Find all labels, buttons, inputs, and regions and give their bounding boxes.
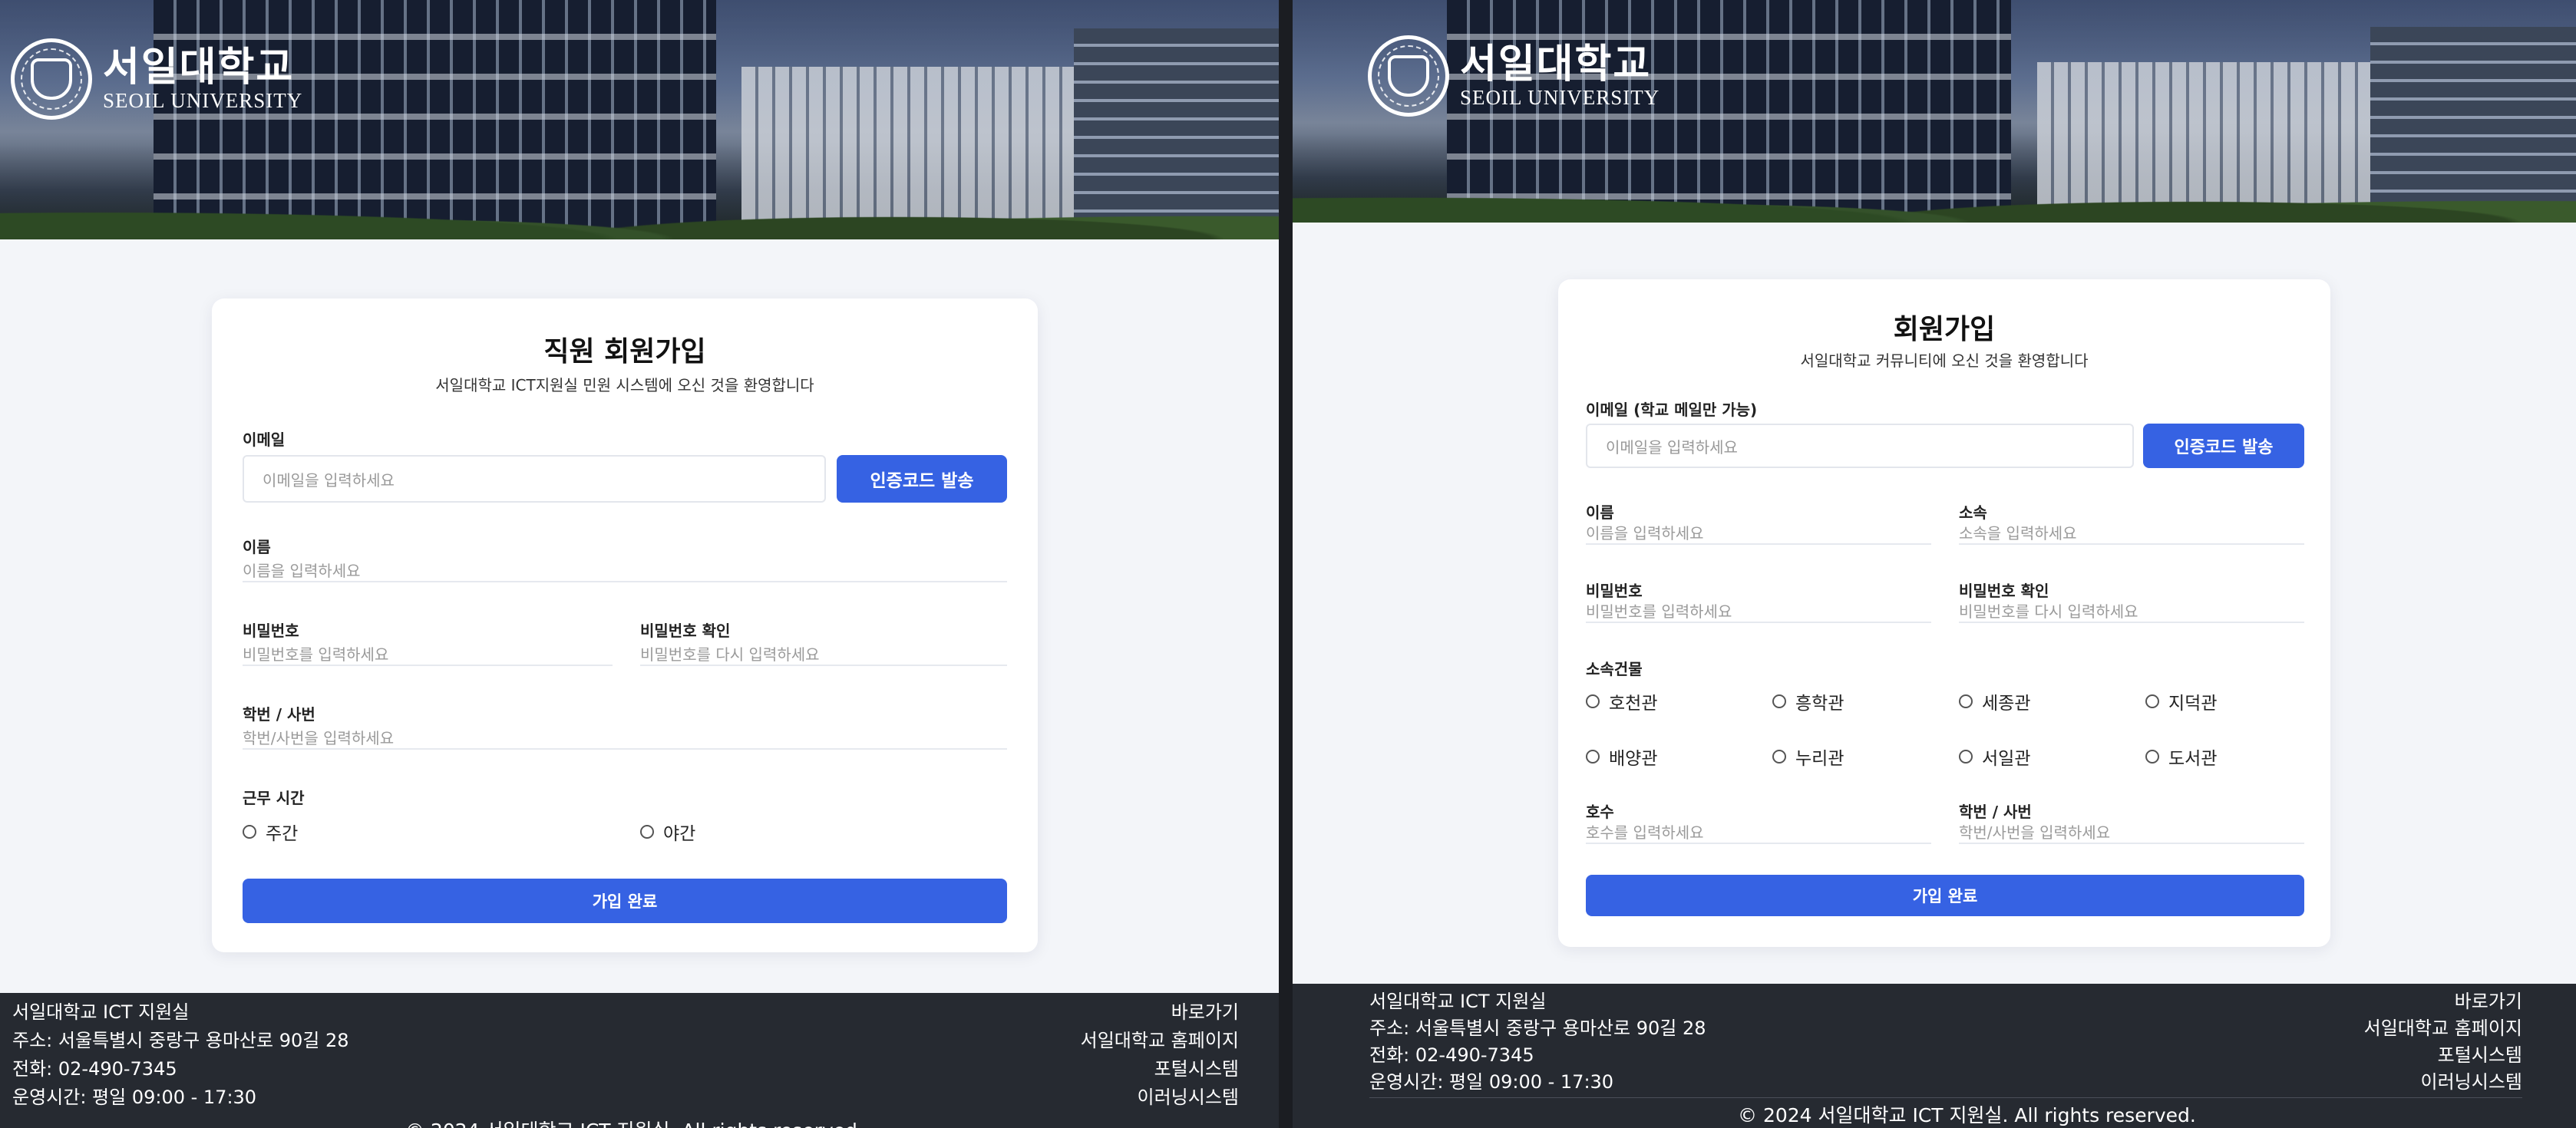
name-input[interactable]: 이름을 입력하세요: [243, 558, 1007, 582]
password-confirm-label: 비밀번호 확인: [640, 622, 731, 640]
shift-night-radio[interactable]: 야간: [640, 819, 695, 845]
page-title: 직원 회원가입: [543, 336, 706, 368]
footer: 서일대학교 ICT 지원실 주소: 서울특별시 중랑구 용마산로 90길 28 …: [1293, 984, 2576, 1128]
password-input[interactable]: 비밀번호를 입력하세요: [243, 642, 613, 666]
email-input[interactable]: 이메일을 입력하세요: [243, 455, 826, 503]
name-input[interactable]: 이름을 입력하세요: [1586, 520, 1931, 545]
page-subtitle: 서일대학교 커뮤니티에 오신 것을 환영합니다: [1800, 351, 2089, 370]
left-window: 서일대학교 SEOIL UNIVERSITY 직원 회원가입 서일대학교 ICT…: [0, 0, 1279, 1128]
room-label: 호수: [1586, 803, 1614, 821]
building-radio-sejong[interactable]: 세종관: [1959, 688, 2030, 714]
page-title: 회원가입: [1893, 314, 1996, 345]
footer-copyright: © 2024 서일대학교 ICT 지원실. All rights reserve…: [1738, 1104, 2196, 1126]
footer-copyright: © 2024 서일대학교 ICT 지원실. All rights reserve…: [405, 1116, 864, 1128]
radio-circle-icon: [243, 825, 256, 839]
password-confirm-label: 비밀번호 확인: [1959, 582, 2049, 600]
radio-circle-icon: [640, 825, 654, 839]
footer: 서일대학교 ICT 지원실 주소: 서울특별시 중랑구 용마산로 90길 28 …: [0, 993, 1279, 1128]
building-radio-hocheon[interactable]: 호천관: [1586, 688, 1657, 714]
department-input[interactable]: 소속을 입력하세요: [1959, 520, 2304, 545]
logo-name-en: SEOIL UNIVERSITY: [1460, 86, 1660, 110]
email-label: 이메일 (학교 메일만 가능): [1586, 401, 1758, 419]
university-logo[interactable]: 서일대학교 SEOIL UNIVERSITY: [1368, 35, 1660, 117]
email-input[interactable]: 이메일을 입력하세요: [1586, 424, 2134, 468]
page-subtitle: 서일대학교 ICT지원실 민원 시스템에 오신 것을 환영합니다: [435, 376, 814, 394]
password-label: 비밀번호: [1586, 582, 1643, 600]
footer-org: 서일대학교 ICT 지원실: [12, 1001, 190, 1023]
shift-day-radio[interactable]: 주간: [243, 819, 298, 845]
submit-button[interactable]: 가입 완료: [1586, 875, 2304, 916]
student-id-label: 학번 / 사번: [1959, 803, 2032, 821]
building-radio-library[interactable]: 도서관: [2145, 744, 2217, 770]
footer-link-portal[interactable]: 포털시스템: [2364, 1042, 2522, 1069]
building-radio-seoil[interactable]: 서일관: [1959, 744, 2030, 770]
room-input[interactable]: 호수를 입력하세요: [1586, 820, 1931, 844]
name-label: 이름: [243, 538, 271, 556]
logo-name-en: SEOIL UNIVERSITY: [103, 89, 303, 113]
footer-divider: [1369, 1097, 2522, 1098]
footer-phone: 전화: 02-490-7345: [12, 1058, 177, 1080]
radio-circle-icon: [1586, 750, 1600, 764]
building-radio-nuri[interactable]: 누리관: [1772, 744, 1844, 770]
password-input[interactable]: 비밀번호를 입력하세요: [1586, 599, 1931, 623]
student-id-input[interactable]: 학번/사번을 입력하세요: [243, 725, 1007, 750]
footer-hours: 운영시간: 평일 09:00 - 17:30: [1369, 1071, 1614, 1093]
submit-button[interactable]: 가입 완료: [243, 879, 1007, 923]
footer-phone: 전화: 02-490-7345: [1369, 1044, 1534, 1066]
footer-link-homepage[interactable]: 서일대학교 홈페이지: [2364, 1015, 2522, 1042]
building-radio-jideok[interactable]: 지덕관: [2145, 688, 2217, 714]
building-label: 소속건물: [1586, 660, 1643, 678]
logo-name-ko: 서일대학교: [103, 43, 295, 91]
right-window: 서일대학교 SEOIL UNIVERSITY 회원가입 서일대학교 커뮤니티에 …: [1293, 0, 2576, 1128]
logo-name-ko: 서일대학교: [1460, 40, 1652, 87]
university-seal-icon: [1368, 35, 1449, 117]
name-label: 이름: [1586, 503, 1614, 522]
radio-circle-icon: [1772, 694, 1786, 708]
university-seal-icon: [11, 38, 92, 120]
hero-banner: 서일대학교 SEOIL UNIVERSITY: [0, 0, 1279, 239]
send-code-button[interactable]: 인증코드 발송: [837, 455, 1007, 503]
footer-address: 주소: 서울특별시 중랑구 용마산로 90길 28: [12, 1030, 349, 1051]
university-logo[interactable]: 서일대학교 SEOIL UNIVERSITY: [11, 38, 302, 120]
building-radio-heunghak[interactable]: 흥학관: [1772, 688, 1844, 714]
footer-link-elearning[interactable]: 이러닝시스템: [1081, 1083, 1239, 1112]
send-code-button[interactable]: 인증코드 발송: [2143, 424, 2304, 468]
department-label: 소속: [1959, 503, 1987, 522]
radio-circle-icon: [1959, 694, 1973, 708]
password-confirm-input[interactable]: 비밀번호를 다시 입력하세요: [640, 642, 1007, 666]
radio-circle-icon: [1586, 694, 1600, 708]
radio-circle-icon: [2145, 694, 2159, 708]
footer-link-portal[interactable]: 포털시스템: [1081, 1055, 1239, 1083]
footer-org: 서일대학교 ICT 지원실: [1369, 991, 1547, 1012]
footer-hours: 운영시간: 평일 09:00 - 17:30: [12, 1087, 257, 1108]
footer-link-homepage[interactable]: 서일대학교 홈페이지: [1081, 1027, 1239, 1055]
password-label: 비밀번호: [243, 622, 299, 640]
hero-banner: 서일대학교 SEOIL UNIVERSITY: [1293, 0, 2576, 223]
signup-card: 직원 회원가입 서일대학교 ICT지원실 민원 시스템에 오신 것을 환영합니다…: [212, 298, 1038, 952]
email-label: 이메일: [243, 430, 286, 449]
password-confirm-input[interactable]: 비밀번호를 다시 입력하세요: [1959, 599, 2304, 623]
shift-label: 근무 시간: [243, 789, 305, 807]
signup-card: 회원가입 서일대학교 커뮤니티에 오신 것을 환영합니다 이메일 (학교 메일만…: [1558, 279, 2330, 947]
window-divider: [1279, 0, 1293, 1128]
radio-circle-icon: [1772, 750, 1786, 764]
building-radio-baeyang[interactable]: 배양관: [1586, 744, 1657, 770]
student-id-input[interactable]: 학번/사번을 입력하세요: [1959, 820, 2304, 844]
footer-links-title: 바로가기: [1171, 1001, 1239, 1023]
student-id-label: 학번 / 사번: [243, 705, 315, 724]
footer-links-title: 바로가기: [2454, 991, 2522, 1012]
footer-address: 주소: 서울특별시 중랑구 용마산로 90길 28: [1369, 1018, 1706, 1039]
footer-link-elearning[interactable]: 이러닝시스템: [2364, 1069, 2522, 1096]
radio-circle-icon: [2145, 750, 2159, 764]
radio-circle-icon: [1959, 750, 1973, 764]
